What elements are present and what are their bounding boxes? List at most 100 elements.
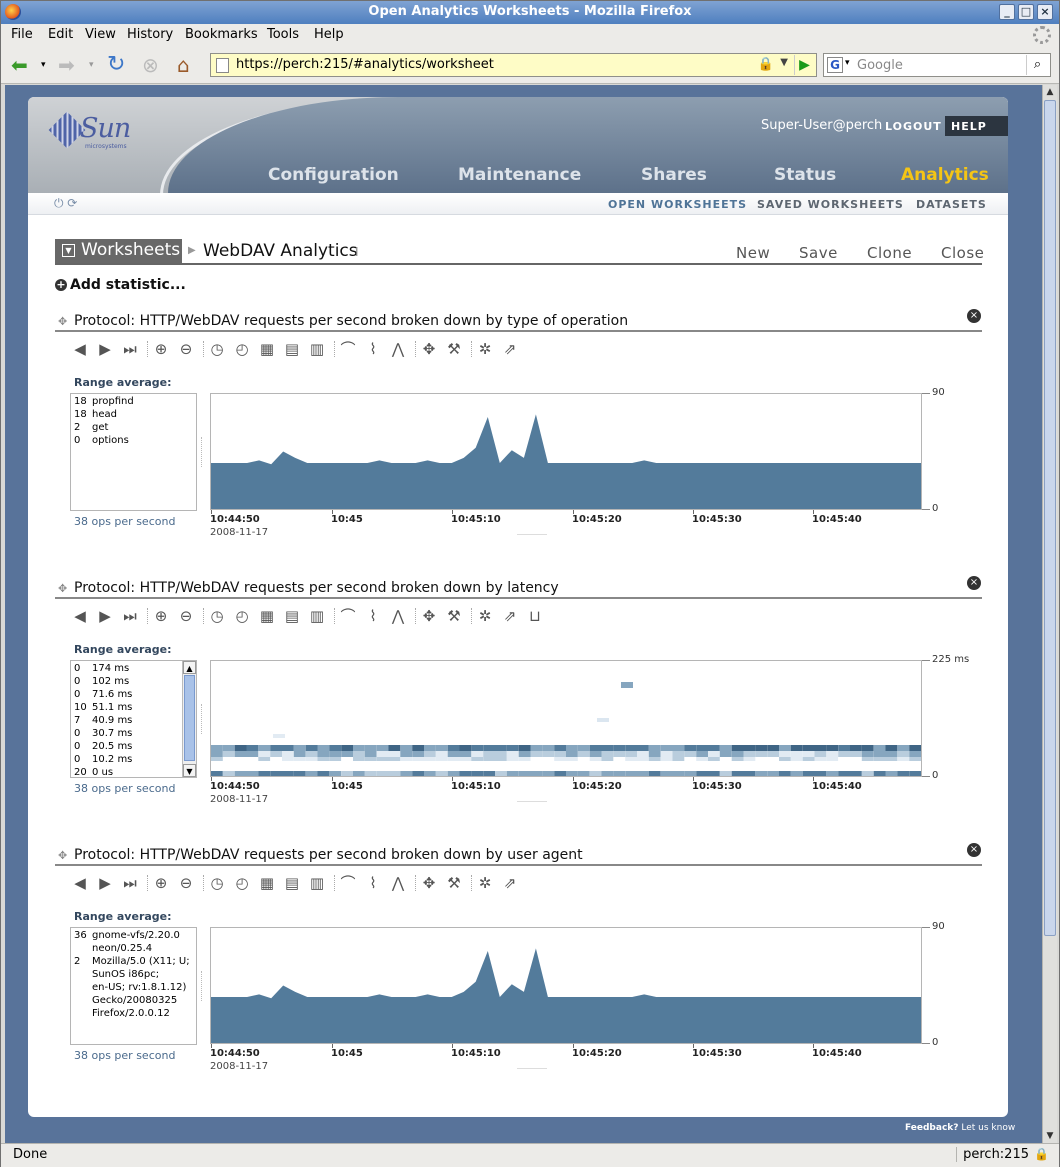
heatmap-cell[interactable]	[719, 745, 732, 751]
back-history-dropdown[interactable]: ▾	[41, 52, 46, 78]
colors-icon[interactable]: ✲	[475, 873, 495, 893]
heatmap-cell[interactable]	[814, 751, 827, 757]
heatmap-cell[interactable]	[273, 734, 285, 738]
heatmap-cell[interactable]	[495, 771, 507, 776]
heatmap-cell[interactable]	[376, 771, 389, 776]
heatmap-cell[interactable]	[400, 771, 413, 776]
back-icon[interactable]: ◀	[70, 606, 90, 626]
forward-icon[interactable]: ▶	[95, 873, 115, 893]
legend-scroll-thumb[interactable]	[184, 675, 195, 761]
heatmap-cell[interactable]	[483, 751, 495, 757]
table-3-icon[interactable]: ▥	[307, 873, 327, 893]
subnav-open-worksheets[interactable]: OPEN WORKSHEETS	[608, 198, 747, 211]
heatmap-cell[interactable]	[542, 745, 555, 751]
heatmap-cell[interactable]	[542, 751, 555, 757]
pane-splitter[interactable]	[201, 971, 204, 1001]
close-window-button[interactable]: ×	[1037, 4, 1053, 20]
heatmap-cell[interactable]	[672, 771, 685, 776]
legend-row[interactable]: 0 71.6 ms	[74, 689, 194, 701]
heatmap-cell[interactable]	[447, 751, 460, 757]
heatmap-cell[interactable]	[234, 745, 247, 751]
menu-bookmarks[interactable]: Bookmarks	[185, 27, 258, 42]
heatmap-cell[interactable]	[577, 771, 590, 776]
heatmap-cell[interactable]	[376, 757, 389, 761]
heatmap-cell[interactable]	[270, 745, 282, 751]
heatmap-cell[interactable]	[400, 745, 413, 751]
heatmap-cell[interactable]	[353, 745, 365, 751]
expand-icon[interactable]: ✥	[419, 339, 439, 359]
heatmap-cell[interactable]	[755, 745, 768, 751]
heatmap-cell[interactable]	[554, 757, 566, 761]
heatmap-cell[interactable]	[566, 757, 578, 761]
power-refresh-icons[interactable]: ⏻ ⟳	[54, 196, 77, 211]
heatmap-cell[interactable]	[258, 771, 271, 776]
chart-area[interactable]	[210, 393, 922, 510]
heatmap-cell[interactable]	[779, 757, 791, 761]
time-forward-icon[interactable]: ◴	[232, 606, 252, 626]
zoom-in-icon[interactable]: ⊕	[151, 873, 171, 893]
heatmap-cell[interactable]	[861, 757, 874, 761]
legend-row[interactable]: 2 get	[74, 422, 194, 434]
close-statistic-icon[interactable]: ×	[967, 576, 981, 590]
heatmap-cell[interactable]	[625, 757, 637, 761]
area-series[interactable]	[211, 948, 921, 1043]
mountain-chart-icon[interactable]: ⋀	[388, 606, 408, 626]
heatmap-cell[interactable]	[601, 751, 614, 757]
heatmap-cell[interactable]	[672, 751, 685, 757]
heatmap-cell[interactable]	[826, 771, 839, 776]
heatmap-cell[interactable]	[708, 745, 720, 751]
heatmap-cell[interactable]	[660, 771, 673, 776]
heatmap-cell[interactable]	[293, 771, 306, 776]
heatmap-cell[interactable]	[258, 745, 271, 751]
heatmap-cell[interactable]	[471, 751, 484, 757]
heatmap-cell[interactable]	[601, 771, 614, 776]
heatmap-cell[interactable]	[246, 745, 259, 751]
heatmap-cell[interactable]	[400, 751, 413, 757]
heatmap-cell[interactable]	[246, 771, 259, 776]
heatmap-cell[interactable]	[696, 757, 708, 761]
chart-area[interactable]	[210, 927, 922, 1044]
legend-row[interactable]: 36 gnome-vfs/2.20.0	[74, 930, 194, 942]
heatmap-cell[interactable]	[589, 771, 602, 776]
time-back-icon[interactable]: ◷	[207, 873, 227, 893]
legend-row[interactable]: 2 Mozilla/5.0 (X11; U;	[74, 956, 194, 968]
heatmap-cell[interactable]	[660, 751, 673, 757]
heatmap-cell[interactable]	[400, 757, 413, 761]
heatmap-cell[interactable]	[873, 751, 886, 757]
menu-history[interactable]: History	[127, 27, 173, 42]
heatmap-cell[interactable]	[435, 757, 448, 761]
search-box[interactable]: G ▾ Google ⌕	[823, 53, 1051, 77]
heatmap-cell[interactable]	[708, 771, 720, 776]
heatmap-cell[interactable]	[708, 751, 720, 757]
heatmap-cell[interactable]	[601, 757, 614, 761]
heatmap-cell[interactable]	[211, 757, 223, 761]
table-icon[interactable]: ▦	[257, 339, 277, 359]
heatmap-cell[interactable]	[530, 751, 543, 757]
export-icon[interactable]: ⇗	[500, 606, 520, 626]
heatmap-cell[interactable]	[838, 745, 850, 751]
heatmap-cell[interactable]	[755, 751, 768, 757]
heatmap-cell[interactable]	[364, 771, 377, 776]
heatmap-cell[interactable]	[779, 745, 791, 751]
heatmap-cell[interactable]	[589, 757, 602, 761]
heatmap-cell[interactable]	[459, 745, 472, 751]
heatmap-cell[interactable]	[802, 751, 815, 757]
menu-edit[interactable]: Edit	[48, 27, 73, 42]
heatmap-cell[interactable]	[802, 757, 815, 761]
heatmap-cell[interactable]	[554, 745, 566, 751]
heatmap-cell[interactable]	[317, 751, 330, 757]
table-2-icon[interactable]: ▤	[282, 606, 302, 626]
subnav-saved-worksheets[interactable]: SAVED WORKSHEETS	[757, 198, 904, 211]
close-statistic-icon[interactable]: ×	[967, 843, 981, 857]
heatmap-cell[interactable]	[826, 745, 839, 751]
heatmap-cell[interactable]	[329, 757, 342, 761]
search-engine-dropdown-icon[interactable]: ▾	[845, 58, 850, 68]
heatmap-cell[interactable]	[459, 757, 472, 761]
tab-configuration[interactable]: Configuration	[268, 165, 399, 185]
heatmap-cell[interactable]	[838, 771, 850, 776]
heatmap-cell[interactable]	[731, 745, 744, 751]
line-chart-2-icon[interactable]: ⌇	[363, 606, 383, 626]
line-chart-icon[interactable]: ⌒	[338, 339, 358, 359]
heatmap-cell[interactable]	[364, 757, 377, 761]
heatmap-cell[interactable]	[518, 745, 531, 751]
